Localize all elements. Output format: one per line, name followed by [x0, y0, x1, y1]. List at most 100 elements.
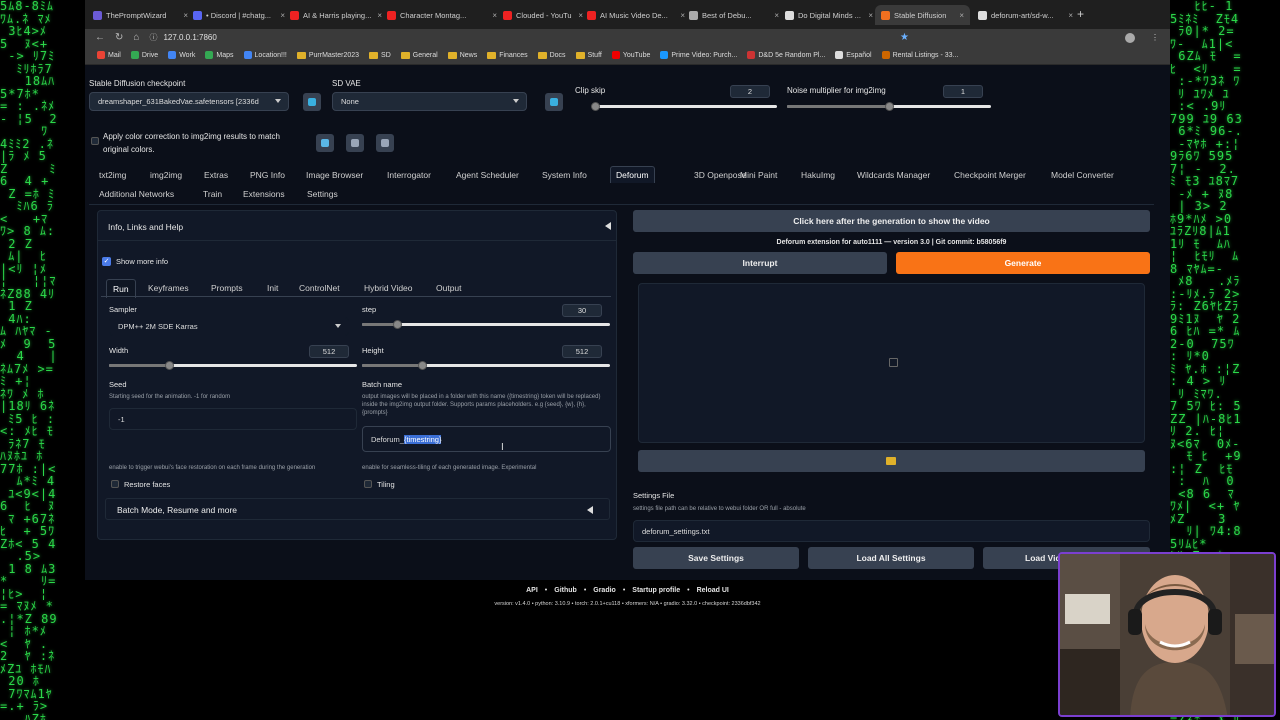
tab-extensions[interactable]: Extensions: [243, 189, 285, 199]
subtab-init[interactable]: Init: [267, 283, 278, 293]
show-video-button[interactable]: Click here after the generation to show …: [633, 210, 1150, 232]
slider-thumb[interactable]: [417, 361, 427, 370]
footer-link[interactable]: Startup profile: [632, 587, 680, 594]
close-icon[interactable]: ×: [959, 11, 964, 20]
bookmark-item[interactable]: News: [447, 51, 477, 59]
clip-skip-number[interactable]: 2: [730, 85, 770, 98]
close-icon[interactable]: ×: [868, 11, 873, 20]
steps-number[interactable]: 30: [562, 304, 602, 317]
subtab-keyframes[interactable]: Keyframes: [148, 283, 189, 293]
reload-icon[interactable]: ↻: [115, 32, 123, 43]
refresh-vae-button[interactable]: [545, 93, 563, 111]
collapse-icon[interactable]: [605, 222, 611, 230]
footer-link[interactable]: Reload UI: [697, 587, 729, 594]
slider-thumb[interactable]: [591, 102, 600, 111]
home-icon[interactable]: ⌂: [133, 32, 139, 43]
menu-icon[interactable]: ⋮: [1151, 33, 1159, 42]
browser-tab[interactable]: Stable Diffusion ×: [875, 5, 970, 25]
paste-params-button[interactable]: [316, 134, 334, 152]
bookmark-item[interactable]: Work: [168, 51, 195, 59]
subtab-prompts[interactable]: Prompts: [211, 283, 243, 293]
width-slider[interactable]: [109, 361, 357, 370]
clip-skip-slider[interactable]: [591, 102, 777, 111]
info-header[interactable]: Info, Links and Help: [108, 222, 183, 232]
bookmark-item[interactable]: D&D 5e Random Pl...: [747, 51, 825, 59]
generate-button[interactable]: Generate: [896, 252, 1150, 274]
new-tab-icon[interactable]: +: [1077, 7, 1084, 21]
settings-file-input[interactable]: deforum_settings.txt: [633, 520, 1150, 542]
subtab-output[interactable]: Output: [436, 283, 462, 293]
show-more-checkbox[interactable]: ✓: [102, 257, 111, 266]
sampler-select[interactable]: DPM++ 2M SDE Karras: [109, 317, 349, 336]
bookmark-item[interactable]: Prime Video: Purch...: [660, 51, 737, 59]
info-icon[interactable]: ⓘ: [149, 32, 157, 43]
bookmark-item[interactable]: Location!!!: [243, 51, 287, 59]
save-settings-button[interactable]: Save Settings: [633, 547, 799, 569]
browser-tab[interactable]: AI & Harris playing... ×: [290, 5, 382, 25]
bookmark-item[interactable]: YouTube: [611, 51, 650, 59]
close-icon[interactable]: ×: [280, 11, 285, 20]
browser-tab[interactable]: AI Music Video De... ×: [587, 5, 685, 25]
tab-checkpoint-merger[interactable]: Checkpoint Merger: [954, 170, 1026, 180]
footer-link[interactable]: API: [526, 587, 538, 594]
slider-thumb[interactable]: [885, 102, 894, 111]
close-icon[interactable]: ×: [377, 11, 382, 20]
height-number[interactable]: 512: [562, 345, 602, 358]
tab-additional-networks[interactable]: Additional Networks: [99, 189, 174, 199]
checkpoint-select[interactable]: dreamshaper_631BakedVae.safetensors [233…: [89, 92, 289, 111]
tab-extras[interactable]: Extras: [204, 170, 228, 180]
close-icon[interactable]: ×: [183, 11, 188, 20]
tab-train[interactable]: Train: [203, 189, 222, 199]
tab-hakuimg[interactable]: HakuImg: [801, 170, 835, 180]
slider-thumb[interactable]: [392, 320, 402, 329]
bookmark-item[interactable]: Stuff: [575, 51, 602, 59]
bookmark-item[interactable]: Rental Listings - 33...: [881, 51, 958, 59]
avatar[interactable]: [1125, 32, 1135, 43]
subtab-hybrid-video[interactable]: Hybrid Video: [364, 283, 413, 293]
batch-name-input[interactable]: Deforum_ {timestring}: [362, 426, 611, 452]
tab-system-info[interactable]: System Info: [542, 170, 587, 180]
tab-txt2img[interactable]: txt2img: [99, 170, 126, 180]
tab-agent-scheduler[interactable]: Agent Scheduler: [456, 170, 519, 180]
close-icon[interactable]: ×: [774, 11, 779, 20]
browser-tab[interactable]: • Discord | #chatg... ×: [193, 5, 285, 25]
steps-slider[interactable]: [362, 320, 610, 329]
url-field[interactable]: 127.0.0.1:7860: [163, 33, 216, 42]
browser-tab[interactable]: Do Digital Minds ... ×: [785, 5, 873, 25]
tab-model-converter[interactable]: Model Converter: [1051, 170, 1114, 180]
tab-deforum[interactable]: Deforum: [610, 166, 655, 183]
tab-interrogator[interactable]: Interrogator: [387, 170, 431, 180]
subtab-controlnet[interactable]: ControlNet: [299, 283, 340, 293]
load-all-settings-button[interactable]: Load All Settings: [808, 547, 974, 569]
tab-mini-paint[interactable]: Mini Paint: [740, 170, 777, 180]
tab-wildcards-manager[interactable]: Wildcards Manager: [857, 170, 930, 180]
bookmark-item[interactable]: Drive: [130, 51, 158, 59]
open-folder-button[interactable]: [638, 450, 1145, 472]
bookmark-item[interactable]: Español: [835, 51, 872, 59]
collapse-icon[interactable]: [587, 506, 593, 514]
tab-img2img[interactable]: img2img: [150, 170, 182, 180]
tiling-checkbox[interactable]: [364, 480, 372, 488]
browser-tab[interactable]: deforum-art/sd-w... ×: [978, 5, 1073, 25]
clear-button[interactable]: [346, 134, 364, 152]
tab-3d-openpose[interactable]: 3D Openpose: [694, 170, 746, 180]
close-icon[interactable]: ×: [492, 11, 497, 20]
browser-tab[interactable]: Character Montag... ×: [387, 5, 497, 25]
noise-multiplier-number[interactable]: 1: [943, 85, 983, 98]
height-slider[interactable]: [362, 361, 610, 370]
bookmark-item[interactable]: Maps: [205, 51, 234, 59]
browser-tab[interactable]: Clouded - YouTube ×: [503, 5, 583, 25]
vae-select[interactable]: None: [332, 92, 527, 111]
seed-input[interactable]: -1: [109, 408, 357, 430]
browser-tab[interactable]: ThePromptWizard ×: [93, 5, 188, 25]
bookmark-item[interactable]: PurrMaster2023: [296, 51, 359, 59]
bookmark-item[interactable]: Docs: [537, 51, 566, 59]
back-icon[interactable]: ←: [95, 32, 105, 43]
star-icon[interactable]: ★: [900, 32, 909, 43]
interrupt-button[interactable]: Interrupt: [633, 252, 887, 274]
slider-thumb[interactable]: [164, 361, 174, 370]
color-correction-checkbox[interactable]: [91, 137, 99, 145]
bookmark-item[interactable]: Mail: [97, 51, 121, 59]
browser-tab[interactable]: Best of Debu... ×: [689, 5, 779, 25]
save-style-button[interactable]: [376, 134, 394, 152]
